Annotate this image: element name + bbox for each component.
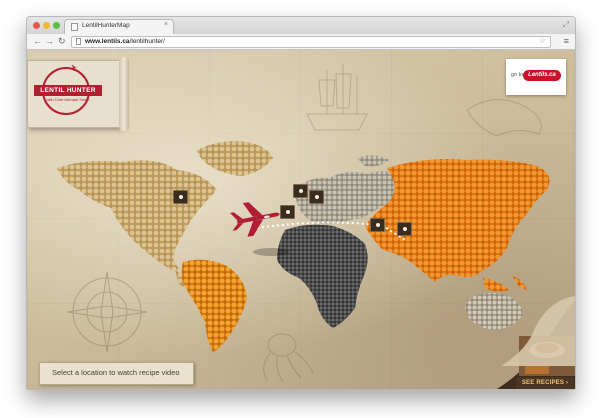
continent-north-america[interactable] xyxy=(57,141,273,288)
zoom-window-button[interactable] xyxy=(53,22,60,29)
map-page: ✈ LENTIL HUNTER with Chef Michael Smith … xyxy=(27,50,575,389)
browser-toolbar: ← → ↻ www.lentils.ca/lentilhunter/ ☆ ≡ xyxy=(27,34,575,50)
bookmark-star-icon[interactable]: ☆ xyxy=(539,36,546,45)
window-controls xyxy=(33,22,60,29)
tab-lentil-hunter-map[interactable]: LentilHunterMap × xyxy=(64,19,174,35)
page-icon xyxy=(71,23,78,31)
ship-sketch xyxy=(306,64,368,131)
tab-strip: LentilHunterMap × ⤢ xyxy=(27,17,575,35)
dragon-sketch xyxy=(466,99,542,137)
close-window-button[interactable] xyxy=(33,22,40,29)
logo-title: LENTIL HUNTER xyxy=(34,85,102,96)
browser-window: LentilHunterMap × ⤢ ← → ↻ www.lentils.ca… xyxy=(26,16,576,390)
reload-icon[interactable]: ↻ xyxy=(58,35,66,47)
address-bar[interactable]: www.lentils.ca/lentilhunter/ ☆ xyxy=(71,36,551,48)
url-path: /lentilhunter/ xyxy=(129,38,165,45)
lentil-hunter-logo[interactable]: ✈ LENTIL HUNTER with Chef Michael Smith xyxy=(27,57,129,131)
forward-arrow-icon[interactable]: → xyxy=(45,35,54,47)
logo-plane-icon: ✈ xyxy=(68,62,79,74)
url-text: www.lentils.ca/lentilhunter/ xyxy=(85,37,165,47)
continent-south-america[interactable] xyxy=(181,259,247,352)
url-host: www.lentils.ca xyxy=(85,38,130,45)
goto-label: go to xyxy=(511,72,524,78)
location-marker-europe-east-2[interactable] xyxy=(309,190,324,204)
tab-title: LentilHunterMap xyxy=(82,22,130,29)
location-marker-middle-east[interactable] xyxy=(370,218,385,232)
instruction-text: Select a location to watch recipe video xyxy=(52,368,180,377)
airplane-shadow xyxy=(253,248,289,256)
location-marker-europe-east-1[interactable] xyxy=(293,184,308,198)
location-marker-north-america[interactable] xyxy=(173,190,188,204)
lentils-brand-logo: Lentils.ca xyxy=(523,70,561,81)
menu-icon[interactable]: ≡ xyxy=(564,35,569,47)
fullscreen-icon[interactable]: ⤢ xyxy=(563,20,569,30)
page-icon xyxy=(76,38,81,45)
close-icon[interactable]: × xyxy=(164,21,168,28)
goto-lentils-link[interactable]: go to Lentils.ca xyxy=(506,59,566,95)
octopus-sketch xyxy=(263,333,314,383)
continent-africa[interactable] xyxy=(277,224,368,328)
see-recipes-button[interactable]: SEE RECIPES › xyxy=(516,377,574,389)
location-marker-europe-west[interactable] xyxy=(280,205,295,219)
instruction-banner: Select a location to watch recipe video xyxy=(39,362,194,385)
minimize-window-button[interactable] xyxy=(43,22,50,29)
compass-rose-sketch xyxy=(66,271,148,353)
location-marker-india[interactable] xyxy=(397,222,412,236)
airplane-icon xyxy=(229,202,280,237)
logo-subtitle: with Chef Michael Smith xyxy=(46,97,90,102)
continent-australia[interactable] xyxy=(465,292,523,330)
back-arrow-icon[interactable]: ← xyxy=(33,35,42,47)
scroll-edge xyxy=(119,57,129,131)
